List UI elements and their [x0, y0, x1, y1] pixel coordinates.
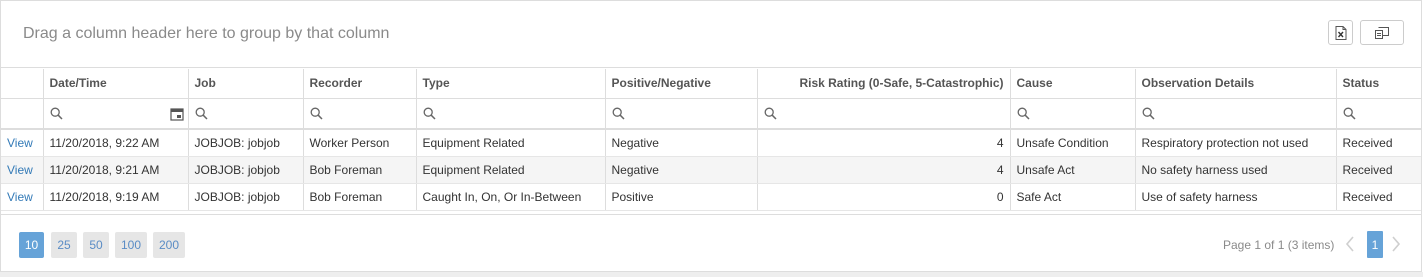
view-link[interactable]: View [1, 129, 44, 157]
export-excel-button[interactable] [1328, 20, 1353, 45]
column-header-positive-negative[interactable]: Positive/Negative [605, 69, 758, 99]
cell-risk-rating: 0 [757, 183, 1011, 211]
cell-datetime: 11/20/2018, 9:21 AM [43, 156, 189, 184]
cell-type: Equipment Related [416, 129, 606, 157]
table-row[interactable]: View 11/20/2018, 9:19 AM JOBJOB: jobjob … [1, 183, 1421, 211]
filter-cell-command [1, 98, 44, 130]
cell-risk-rating: 4 [757, 129, 1011, 157]
column-header-observation-details[interactable]: Observation Details [1135, 69, 1337, 99]
group-panel-hint: Drag a column header here to group by th… [23, 25, 390, 42]
cell-job: JOBJOB: jobjob [188, 156, 304, 184]
search-icon [764, 107, 777, 120]
calendar-icon[interactable] [169, 107, 184, 121]
cell-cause: Unsafe Condition [1010, 129, 1136, 157]
column-header-type[interactable]: Type [416, 69, 606, 99]
filter-job[interactable] [188, 98, 304, 130]
cell-status: Received [1336, 156, 1421, 184]
cell-observation-details: Respiratory protection not used [1135, 129, 1337, 157]
group-panel[interactable]: Drag a column header here to group by th… [1, 1, 1421, 68]
cell-status: Received [1336, 129, 1421, 157]
search-icon [612, 107, 625, 120]
page-size-25[interactable]: 25 [51, 232, 77, 258]
column-header-command [1, 69, 44, 99]
search-icon [310, 107, 323, 120]
search-icon [423, 107, 436, 120]
cell-recorder: Worker Person [303, 129, 417, 157]
cell-positive-negative: Negative [605, 156, 758, 184]
column-header-recorder[interactable]: Recorder [303, 69, 417, 99]
table-row[interactable]: View 11/20/2018, 9:22 AM JOBJOB: jobjob … [1, 129, 1421, 157]
cell-type: Caught In, On, Or In-Between [416, 183, 606, 211]
excel-export-icon [1335, 25, 1346, 40]
data-grid: Drag a column header here to group by th… [0, 0, 1422, 272]
cell-risk-rating: 4 [757, 156, 1011, 184]
filter-positive-negative[interactable] [605, 98, 758, 130]
column-header-risk-rating[interactable]: Risk Rating (0-Safe, 5-Catastrophic) [757, 69, 1011, 99]
column-header-status[interactable]: Status [1336, 69, 1421, 99]
view-link[interactable]: View [1, 156, 44, 184]
page-size-10[interactable]: 10 [19, 232, 44, 258]
column-header-job[interactable]: Job [188, 69, 304, 99]
page-info: Page 1 of 1 (3 items) [1223, 238, 1335, 252]
filter-observation-details[interactable] [1135, 98, 1337, 130]
bottom-divider [0, 272, 1423, 277]
search-icon [1343, 107, 1356, 120]
chevron-right-icon[interactable] [1391, 236, 1401, 252]
filter-recorder[interactable] [303, 98, 417, 130]
column-header-cause[interactable]: Cause [1010, 69, 1136, 99]
filter-datetime[interactable] [43, 98, 189, 130]
grid-table: Date/Time Job Recorder Type Positive/Neg… [1, 69, 1421, 211]
table-row[interactable]: View 11/20/2018, 9:21 AM JOBJOB: jobjob … [1, 156, 1421, 184]
page-number-current[interactable]: 1 [1367, 231, 1383, 258]
cell-recorder: Bob Foreman [303, 156, 417, 184]
cell-cause: Safe Act [1010, 183, 1136, 211]
cell-type: Equipment Related [416, 156, 606, 184]
column-header-datetime[interactable]: Date/Time [43, 69, 189, 99]
filter-status[interactable] [1336, 98, 1421, 130]
filter-risk-rating[interactable] [757, 98, 1011, 130]
chevron-left-icon[interactable] [1345, 236, 1355, 252]
cell-datetime: 11/20/2018, 9:22 AM [43, 129, 189, 157]
cell-observation-details: Use of safety harness [1135, 183, 1337, 211]
page-size-50[interactable]: 50 [83, 232, 109, 258]
column-chooser-icon [1375, 26, 1389, 39]
search-icon [1142, 107, 1155, 120]
cell-status: Received [1336, 183, 1421, 211]
cell-job: JOBJOB: jobjob [188, 129, 304, 157]
filter-type[interactable] [416, 98, 606, 130]
filter-cause[interactable] [1010, 98, 1136, 130]
page-size-200[interactable]: 200 [153, 232, 185, 258]
cell-job: JOBJOB: jobjob [188, 183, 304, 211]
cell-observation-details: No safety harness used [1135, 156, 1337, 184]
cell-positive-negative: Negative [605, 129, 758, 157]
page-size-100[interactable]: 100 [115, 232, 147, 258]
cell-recorder: Bob Foreman [303, 183, 417, 211]
pager: 10 25 50 100 200 Page 1 of 1 (3 items) 1 [1, 214, 1421, 271]
cell-positive-negative: Positive [605, 183, 758, 211]
view-link[interactable]: View [1, 183, 44, 211]
cell-cause: Unsafe Act [1010, 156, 1136, 184]
search-icon [50, 107, 63, 120]
cell-datetime: 11/20/2018, 9:19 AM [43, 183, 189, 211]
search-icon [195, 107, 208, 120]
filter-row [1, 98, 1421, 130]
column-chooser-button[interactable] [1360, 20, 1404, 45]
header-row: Date/Time Job Recorder Type Positive/Neg… [1, 69, 1421, 99]
search-icon [1017, 107, 1030, 120]
